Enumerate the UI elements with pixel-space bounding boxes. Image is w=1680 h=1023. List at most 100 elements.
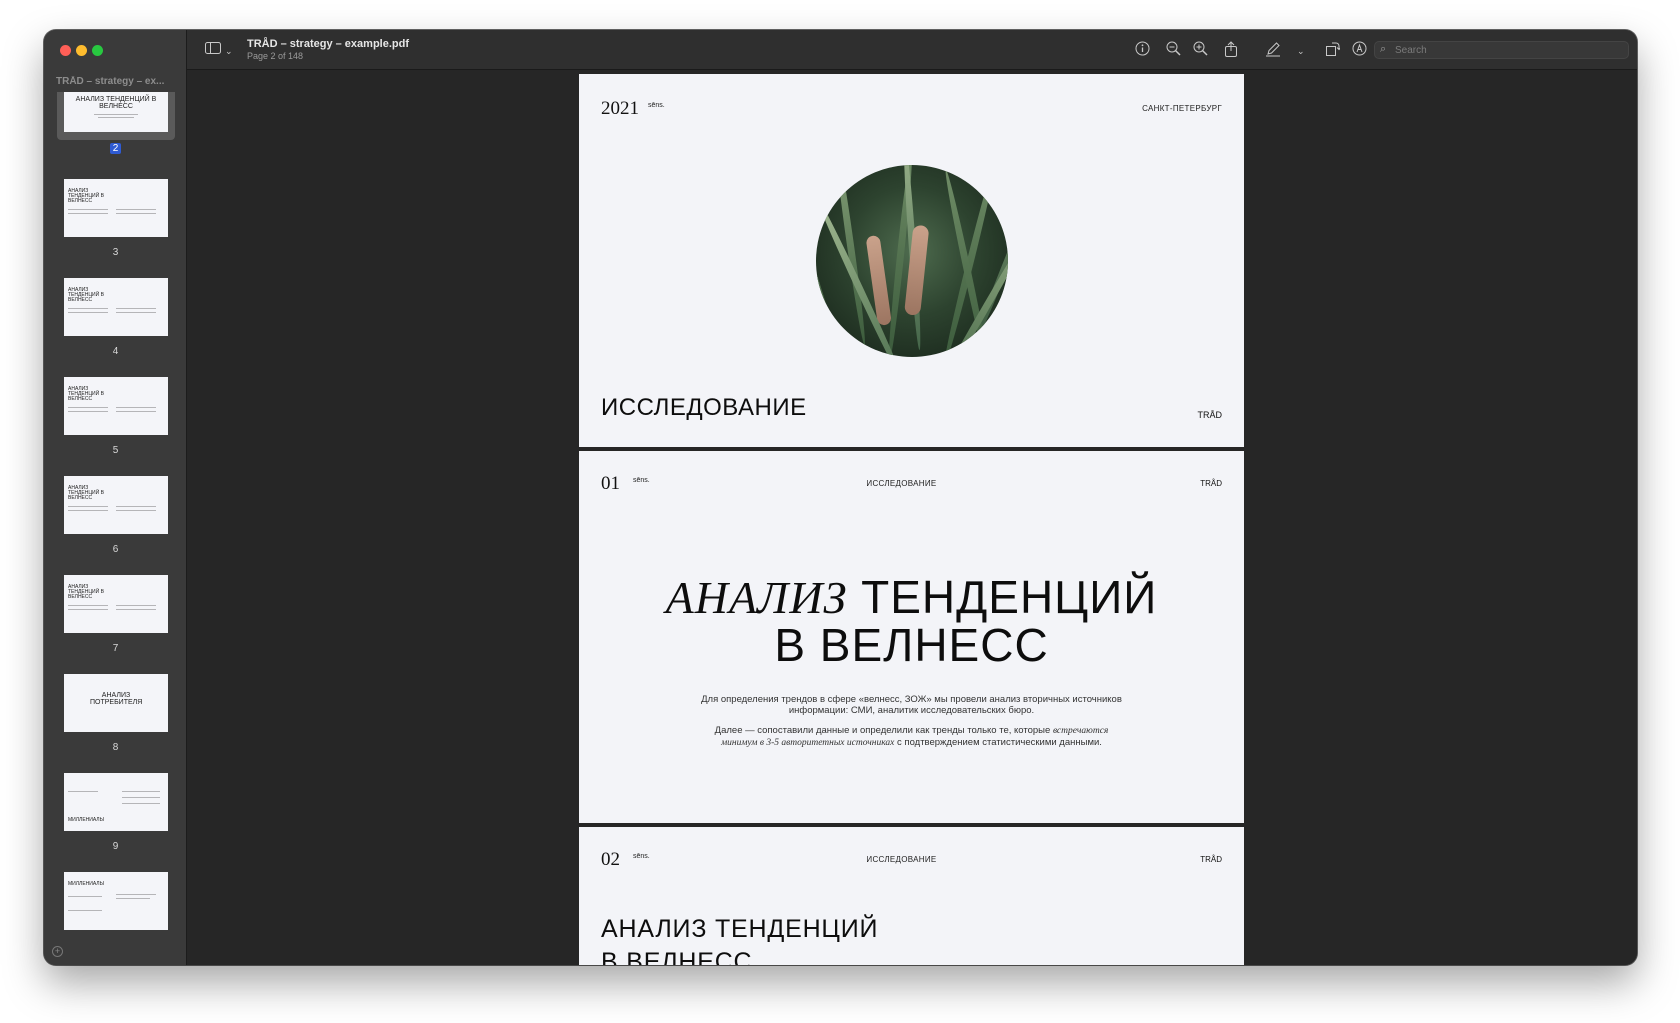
thumbnail-number: 7 [112, 643, 119, 654]
analysis-title-rest: ТЕНДЕНЦИЙ [861, 571, 1158, 623]
page-city: САНКТ-ПЕТЕРБУРГ [1142, 104, 1222, 113]
thumbnail-title: АНАЛИЗ ТЕНДЕНЦИЙ В ВЕЛНЕСС [68, 485, 104, 501]
thumbnail-text-line [116, 510, 156, 511]
thumbnail-text-line [68, 510, 108, 511]
thumbnail-page-5[interactable]: АНАЛИЗ ТЕНДЕНЦИЙ В ВЕЛНЕСС 5 [44, 377, 187, 477]
page-section: ИССЛЕДОВАНИЕ [866, 855, 937, 864]
add-page-icon[interactable]: + [52, 946, 63, 957]
zoom-out-icon[interactable] [1166, 41, 1181, 59]
thumbnail-preview: АНАЛИЗ ТЕНДЕНЦИЙ В ВЕЛНЕСС [64, 278, 168, 336]
thumbnail-page-6[interactable]: АНАЛИЗ ТЕНДЕНЦИЙ В ВЕЛНЕСС 6 [44, 476, 187, 576]
thumbnail-number: 3 [112, 247, 119, 258]
thumbnail-list[interactable]: АНАЛИЗ ТЕНДЕНЦИЙ В ВЕЛНЕСС 2 АНАЛИЗ ТЕНД… [44, 92, 187, 947]
thumbnail-preview: АНАЛИЗ ТЕНДЕНЦИЙ В ВЕЛНЕСС [64, 575, 168, 633]
thumbnail-text-line [122, 791, 160, 792]
thumbnail-text-line [116, 312, 156, 313]
annotate-icon[interactable] [1352, 41, 1367, 59]
section-heading: АНАЛИЗ ТЕНДЕНЦИЙ В ВЕЛНЕСС [601, 915, 879, 965]
thumbnail-page-3[interactable]: АНАЛИЗ ТЕНДЕНЦИЙ В ВЕЛНЕСС 3 [44, 179, 187, 279]
thumbnail-text-line [116, 209, 156, 210]
thumbnail-number: 5 [112, 445, 119, 456]
thumbnail-title: АНАЛИЗ ТЕНДЕНЦИЙ В ВЕЛНЕСС [68, 386, 104, 402]
thumbnail-text-line [68, 411, 108, 412]
document-view[interactable]: 2021 sēns. САНКТ-ПЕТЕРБУРГ ИССЛЕДОВАНИЕ … [188, 71, 1637, 965]
analysis-title: АНАЛИЗ ТЕНДЕНЦИЙ [579, 573, 1244, 622]
page-indicator: Page 2 of 148 [247, 51, 304, 61]
thumbnail-preview: АНАЛИЗ ТЕНДЕНЦИЙ В ВЕЛНЕСС [64, 179, 168, 237]
thumbnail-number: 6 [112, 544, 119, 555]
analysis-title-italic: АНАЛИЗ [665, 572, 848, 623]
close-window-button[interactable] [60, 45, 71, 56]
thumbnail-text-line [68, 605, 108, 606]
thumbnail-text-line [122, 797, 160, 798]
thumbnail-preview: АНАЛИЗ ТЕНДЕНЦИЙ В ВЕЛНЕСС [64, 92, 168, 132]
thumbnail-title: АНАЛИЗ ПОТРЕБИТЕЛЯ [90, 692, 143, 706]
thumbnail-text-line [68, 213, 108, 214]
thumbnail-text-line [94, 114, 138, 115]
page-year: 2021 [601, 98, 639, 119]
thumbnail-page-4[interactable]: АНАЛИЗ ТЕНДЕНЦИЙ В ВЕЛНЕСС 4 [44, 278, 187, 378]
page-section: ИССЛЕДОВАНИЕ [866, 479, 937, 488]
rotate-icon[interactable] [1325, 41, 1342, 59]
thumbnail-title: АНАЛИЗ ТЕНДЕНЦИЙ В ВЕЛНЕСС [68, 287, 104, 303]
thumbnail-preview: АНАЛИЗ ТЕНДЕНЦИЙ В ВЕЛНЕСС [64, 476, 168, 534]
thumbnail-text-line [116, 609, 156, 610]
cover-heading: ИССЛЕДОВАНИЕ [601, 394, 807, 421]
thumbnail-text-line [116, 894, 156, 895]
thumbnail-page-9[interactable]: МИЛЛЕНИАЛЫ 9 [44, 773, 187, 873]
thumbnail-page-10[interactable]: МИЛЛЕНИАЛЫ [44, 872, 187, 947]
thumbnail-text-line [116, 605, 156, 606]
thumbnail-sidebar: TRÅD – strategy – ex... АНАЛИЗ ТЕНДЕНЦИЙ… [44, 30, 187, 965]
thumbnail-title: АНАЛИЗ ТЕНДЕНЦИЙ В ВЕЛНЕСС [68, 584, 104, 600]
sidebar-toggle-icon[interactable] [205, 41, 221, 58]
markup-pen-icon[interactable] [1265, 41, 1281, 60]
thumbnail-preview: АНАЛИЗ ПОТРЕБИТЕЛЯ [64, 674, 168, 732]
thumbnail-page-2[interactable]: АНАЛИЗ ТЕНДЕНЦИЙ В ВЕЛНЕСС 2 [44, 92, 187, 186]
thumbnail-title: МИЛЛЕНИАЛЫ [68, 881, 105, 887]
thumbnail-text-line [116, 308, 156, 309]
thumbnail-preview: МИЛЛЕНИАЛЫ [64, 773, 168, 831]
thumbnail-text-line [116, 411, 156, 412]
thumbnail-preview: МИЛЛЕНИАЛЫ [64, 872, 168, 930]
thumbnail-text-line [116, 407, 156, 408]
page-sens-mark: sēns. [648, 102, 665, 109]
zoom-window-button[interactable] [92, 45, 103, 56]
chevron-down-icon[interactable]: ⌄ [1297, 43, 1305, 59]
thumbnail-text-line [68, 209, 108, 210]
thumbnail-text-line [68, 308, 108, 309]
share-icon[interactable] [1224, 41, 1238, 60]
thumbnail-title: АНАЛИЗ ТЕНДЕНЦИЙ В ВЕЛНЕСС [68, 188, 104, 204]
thumbnail-text-line [68, 609, 108, 610]
zoom-in-icon[interactable] [1193, 41, 1208, 59]
search-icon: ⌕ [1380, 43, 1387, 55]
info-icon[interactable] [1135, 41, 1150, 59]
grass-hands-photo [816, 165, 1008, 357]
thumbnail-page-8[interactable]: АНАЛИЗ ПОТРЕБИТЕЛЯ 8 [44, 674, 187, 774]
search-field[interactable]: ⌕ Search [1374, 41, 1629, 59]
thumbnail-preview: АНАЛИЗ ТЕНДЕНЦИЙ В ВЕЛНЕСС [64, 377, 168, 435]
thumbnail-number: 9 [112, 841, 119, 852]
thumbnail-text-line [116, 898, 150, 899]
document-title: TRÅD – strategy – example.pdf [247, 38, 409, 50]
chevron-down-icon[interactable]: ⌄ [225, 43, 233, 59]
page-brand: TRÅD [1197, 410, 1223, 420]
toolbar: ⌄ TRÅD – strategy – example.pdf Page 2 o… [187, 30, 1637, 70]
thumbnail-number: 4 [112, 346, 119, 357]
thumbnail-page-7[interactable]: АНАЛИЗ ТЕНДЕНЦИЙ В ВЕЛНЕСС 7 [44, 575, 187, 675]
minimize-window-button[interactable] [76, 45, 87, 56]
thumbnail-text-line [116, 213, 156, 214]
thumbnail-text-line [68, 791, 98, 792]
thumbnail-text-line [116, 506, 156, 507]
sidebar-document-title: TRÅD – strategy – ex... [56, 76, 165, 87]
thumbnail-text-line [68, 506, 108, 507]
pdf-page-01: 01 sēns. ИССЛЕДОВАНИЕ TRÅD АНАЛИЗ ТЕНДЕН… [579, 451, 1244, 823]
pdf-page-cover: 2021 sēns. САНКТ-ПЕТЕРБУРГ ИССЛЕДОВАНИЕ … [579, 74, 1244, 447]
thumbnail-title: АНАЛИЗ ТЕНДЕНЦИЙ В ВЕЛНЕСС [75, 96, 157, 110]
thumbnail-text-line [68, 910, 102, 911]
thumbnail-text-line [98, 117, 134, 118]
thumbnail-number: 8 [112, 742, 119, 753]
page-brand: TRÅD [1200, 855, 1222, 864]
pdf-page-02: 02 sēns. ИССЛЕДОВАНИЕ TRÅD АНАЛИЗ ТЕНДЕН… [579, 827, 1244, 965]
thumbnail-text-line [68, 896, 102, 897]
thumbnail-title: МИЛЛЕНИАЛЫ [68, 817, 105, 823]
